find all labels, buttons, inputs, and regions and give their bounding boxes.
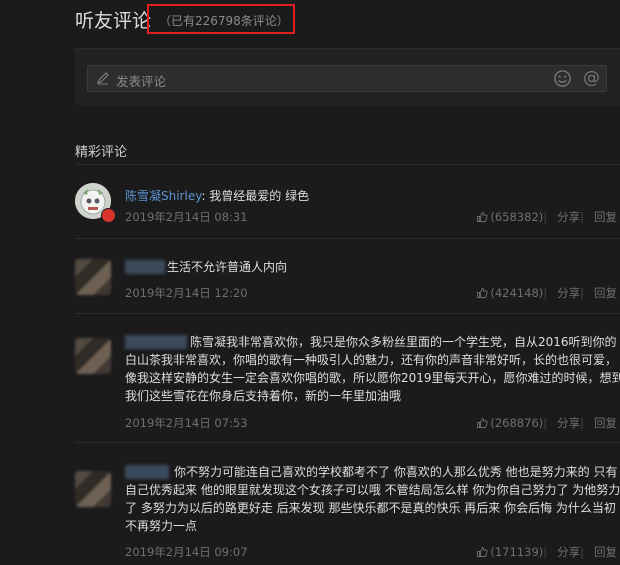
avatar[interactable] (75, 471, 111, 507)
thumbs-up-icon (477, 212, 488, 222)
separator: | (543, 210, 548, 224)
comment-text-line: 自己优秀起来 他的眼里就发现这个女孩子可以哦 不管结局怎么样 你为你自己努力了 … (125, 483, 620, 497)
comment-text-line: 白山茶我非常喜欢，你唱的歌有一种吸引人的魅力，还有你的声音非常好听，长的也很可爱… (125, 353, 618, 367)
thumbs-up-icon (477, 547, 488, 557)
avatar[interactable] (75, 259, 111, 295)
like-count: (424148) (490, 286, 544, 300)
divider (75, 238, 620, 239)
reply-button[interactable]: 回复 (594, 209, 620, 225)
separator: | (543, 286, 548, 300)
comment-item: 生活不允许普通人内向 2019年2月14日 12:20 (424148)| 分享|… (75, 257, 620, 312)
pen-icon (97, 72, 109, 85)
comment-time: 2019年2月14日 09:07 (125, 545, 248, 559)
comment-text-line: 了 多努力为以后的路更好走 后来发现 那些快乐都不是真的快乐 再后来 你会后悔 … (125, 501, 616, 515)
comment-text-line: 不再努力一点 (125, 519, 198, 533)
comment-actions: (424148)| 分享| 回复 (477, 285, 620, 301)
section-title: 精彩评论 (75, 145, 128, 160)
reply-button[interactable]: 回复 (594, 544, 620, 560)
page-title: 听友评论 (75, 10, 152, 32)
comment-count: （已有226798条评论） (159, 14, 289, 28)
comment-text: 生活不允许普通人内向 (167, 260, 288, 274)
reply-button[interactable]: 回复 (594, 415, 620, 431)
thumbs-up-icon (477, 288, 488, 298)
avatar[interactable] (75, 338, 111, 374)
emoji-icon[interactable] (553, 69, 572, 88)
comment-username-redacted (125, 260, 165, 274)
comment-text-line: 陈雪凝我非常喜欢你，我只是你众多粉丝里面的一个学生党，自从2016听到你的 (190, 335, 617, 349)
comment-time: 2019年2月14日 07:53 (125, 416, 248, 430)
comment-actions: (658382)| 分享| 回复 (477, 209, 620, 225)
separator: | (580, 210, 584, 224)
share-button[interactable]: 分享 (557, 210, 580, 224)
comment-text-line: 你不努力可能连自己喜欢的学校都考不了 你喜欢的人那么优秀 他也是努力来的 只有 (174, 465, 618, 479)
comment-username-redacted (125, 335, 187, 349)
comment-input[interactable]: 发表评论 @ (87, 65, 607, 92)
comment-username-redacted (125, 465, 169, 479)
verified-badge-icon (101, 208, 116, 223)
comment-placeholder: 发表评论 (116, 74, 167, 89)
comment-text-line: 我们这些雪花在你身后支持着你，新的一年里加油哦 (125, 389, 402, 403)
like-button[interactable]: (171139) (477, 545, 543, 559)
divider (75, 164, 620, 165)
comment-text: 我曾经最爱的 绿色 (209, 189, 310, 203)
like-button[interactable]: (268876) (477, 416, 543, 430)
separator: | (543, 416, 548, 430)
share-button[interactable]: 分享 (557, 416, 580, 430)
comment-item: 陈雪凝Shirley: 我曾经最爱的 绿色 2019年2月14日 08:31 (… (75, 183, 620, 238)
comment-actions: (171139)| 分享| 回复 (477, 544, 620, 560)
at-icon[interactable]: @ (583, 67, 600, 89)
like-button[interactable]: (658382) (477, 210, 543, 224)
comment-text-line: 像我这样安静的女生一定会喜欢你唱的歌，所以愿你2019里每天开心，愿你难过的时候… (125, 371, 620, 385)
like-count: (658382) (490, 210, 544, 224)
thumbs-up-icon (477, 418, 488, 428)
share-button[interactable]: 分享 (557, 545, 580, 559)
like-count: (171139) (490, 545, 544, 559)
comment-time: 2019年2月14日 08:31 (125, 210, 248, 224)
share-button[interactable]: 分享 (557, 286, 580, 300)
separator: | (580, 416, 584, 430)
separator: | (543, 545, 548, 559)
comment-actions: (268876)| 分享| 回复 (477, 415, 620, 431)
comment-item: 你不努力可能连自己喜欢的学校都考不了 你喜欢的人那么优秀 他也是努力来的 只有 … (75, 463, 620, 563)
comment-time: 2019年2月14日 12:20 (125, 286, 248, 300)
separator: | (580, 286, 584, 300)
comment-editor-area: 发表评论 @ (75, 48, 620, 105)
divider (75, 442, 620, 443)
reply-button[interactable]: 回复 (594, 285, 620, 301)
like-count: (268876) (490, 416, 544, 430)
comment-username[interactable]: 陈雪凝Shirley (125, 189, 201, 203)
like-button[interactable]: (424148) (477, 286, 543, 300)
separator: | (580, 545, 584, 559)
divider (75, 313, 620, 314)
comment-item: 陈雪凝我非常喜欢你，我只是你众多粉丝里面的一个学生党，自从2016听到你的 白山… (75, 333, 620, 433)
highlight-box: （已有226798条评论） (147, 4, 295, 34)
